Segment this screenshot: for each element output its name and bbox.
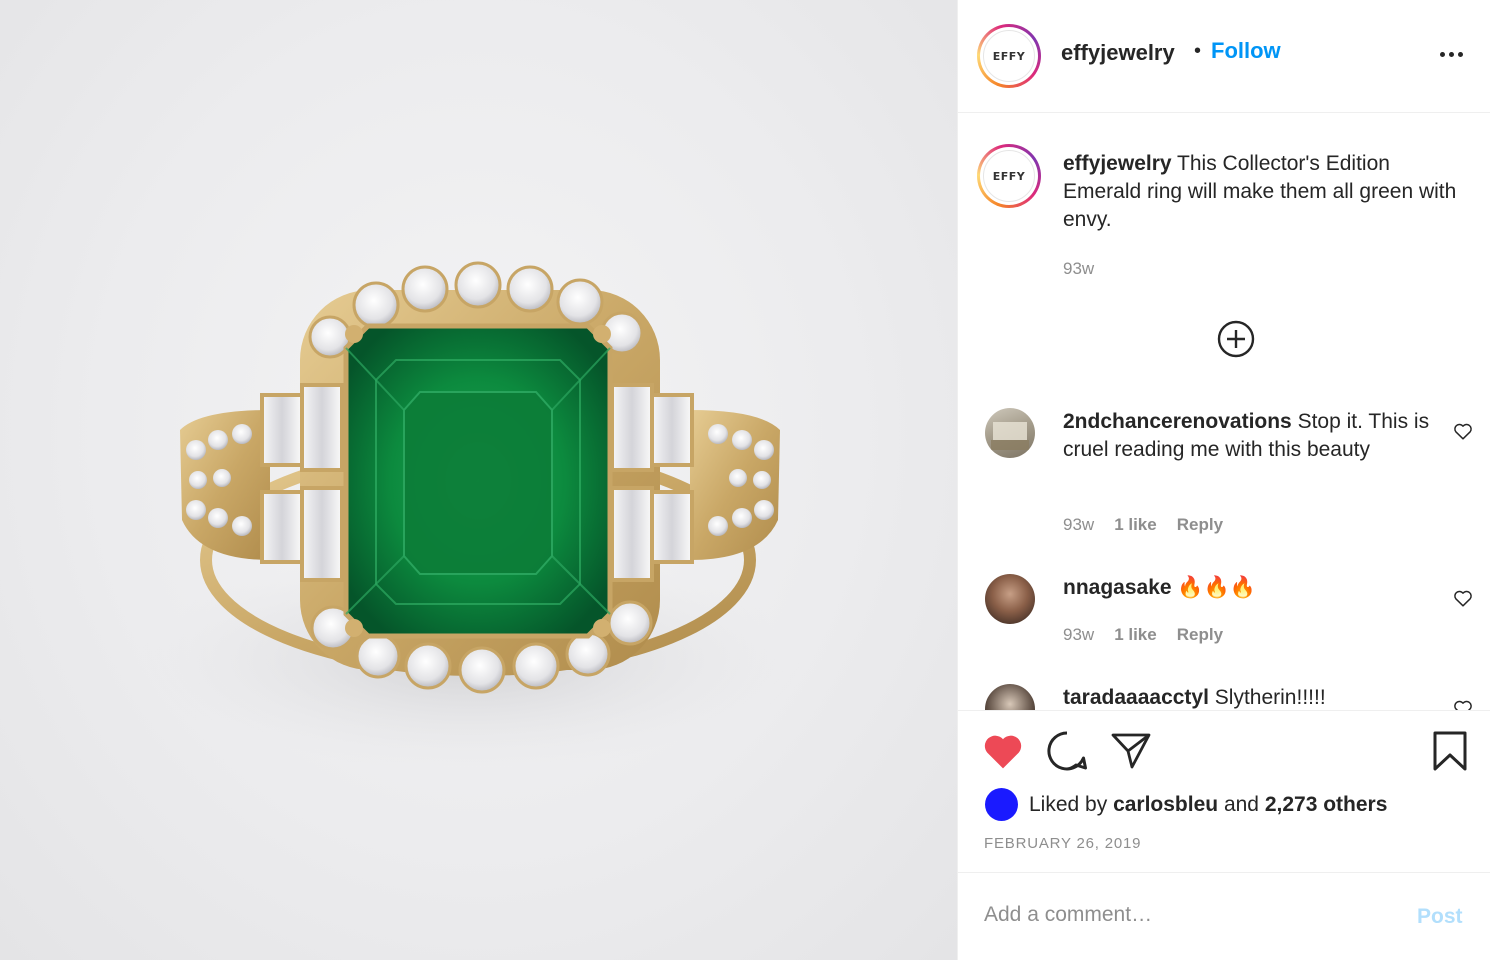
comment-username[interactable]: 2ndchancerenovations: [1063, 410, 1292, 433]
comment-like-icon[interactable]: [1452, 587, 1474, 609]
liker-avatar[interactable]: [985, 788, 1018, 821]
comment-like-icon[interactable]: [1452, 420, 1474, 442]
more-options-icon[interactable]: [1440, 52, 1463, 57]
profile-avatar[interactable]: EFFY: [977, 24, 1041, 88]
reply-button[interactable]: Reply: [1177, 515, 1223, 535]
effy-logo: EFFY: [983, 30, 1035, 82]
commenter-avatar[interactable]: [985, 684, 1035, 710]
post-sidebar: EFFY effyjewelry • Follow EFFY effyjewel…: [957, 0, 1490, 960]
post-image[interactable]: [0, 0, 957, 960]
caption-text-block: effyjewelry This Collector's Edition Eme…: [1063, 150, 1463, 234]
comment-text-block: taradaaaacctyl Slytherin!!!!!: [1063, 684, 1463, 710]
share-icon[interactable]: [1111, 731, 1151, 771]
post-header: EFFY effyjewelry • Follow: [958, 0, 1490, 113]
header-separator: •: [1194, 40, 1202, 62]
comment-likes[interactable]: 1 like: [1114, 515, 1157, 535]
comment-text: 🔥🔥🔥: [1177, 576, 1256, 599]
caption-avatar[interactable]: EFFY: [977, 144, 1041, 208]
post-comment-button[interactable]: Post: [1417, 905, 1463, 929]
caption-meta: 93w: [1063, 259, 1094, 279]
likes-summary: Liked by carlosbleu and 2,273 others: [985, 788, 1387, 821]
comment-input[interactable]: [984, 899, 1384, 931]
commenter-avatar[interactable]: [985, 574, 1035, 624]
commenter-avatar[interactable]: [985, 408, 1035, 458]
comment-username[interactable]: nnagasake: [1063, 576, 1172, 599]
comment-meta: 93w 1 like Reply: [1063, 625, 1223, 645]
comment-username[interactable]: taradaaaacctyl: [1063, 686, 1209, 709]
add-comment-bar: Post: [958, 872, 1490, 960]
post-date[interactable]: FEBRUARY 26, 2019: [984, 835, 1141, 852]
emerald-stone: [343, 323, 613, 639]
comment-text-block: 2ndchancerenovations Stop it. This is cr…: [1063, 408, 1463, 464]
like-heart-icon[interactable]: [982, 731, 1024, 771]
comment-like-icon[interactable]: [1452, 697, 1474, 710]
effy-logo: EFFY: [983, 150, 1035, 202]
liked-by-and: and: [1223, 792, 1259, 816]
comment-likes[interactable]: 1 like: [1114, 625, 1157, 645]
caption-username[interactable]: effyjewelry: [1063, 152, 1172, 175]
comment-text: Slytherin!!!!!: [1214, 686, 1326, 709]
liked-by-prefix: Liked by: [1029, 792, 1108, 816]
save-bookmark-icon[interactable]: [1432, 730, 1468, 772]
ring-illustration: [140, 261, 800, 770]
comment-time[interactable]: 93w: [1063, 625, 1094, 645]
comment-icon[interactable]: [1046, 730, 1088, 772]
comment-meta: 93w 1 like Reply: [1063, 515, 1223, 535]
follow-button[interactable]: Follow: [1211, 38, 1281, 64]
post-actions: Liked by carlosbleu and 2,273 others FEB…: [958, 710, 1490, 872]
left-shoulder: [180, 410, 270, 560]
right-shoulder: [690, 410, 780, 560]
load-more-comments-icon[interactable]: [1217, 320, 1255, 358]
liked-by-user[interactable]: carlosbleu: [1113, 793, 1218, 817]
comments-list[interactable]: EFFY effyjewelry This Collector's Editio…: [958, 114, 1490, 710]
comment-text-block: nnagasake 🔥🔥🔥: [1063, 574, 1463, 602]
caption-time[interactable]: 93w: [1063, 259, 1094, 279]
header-username[interactable]: effyjewelry: [1061, 40, 1175, 66]
liked-by-others[interactable]: 2,273 others: [1265, 793, 1388, 817]
reply-button[interactable]: Reply: [1177, 625, 1223, 645]
comment-time[interactable]: 93w: [1063, 515, 1094, 535]
